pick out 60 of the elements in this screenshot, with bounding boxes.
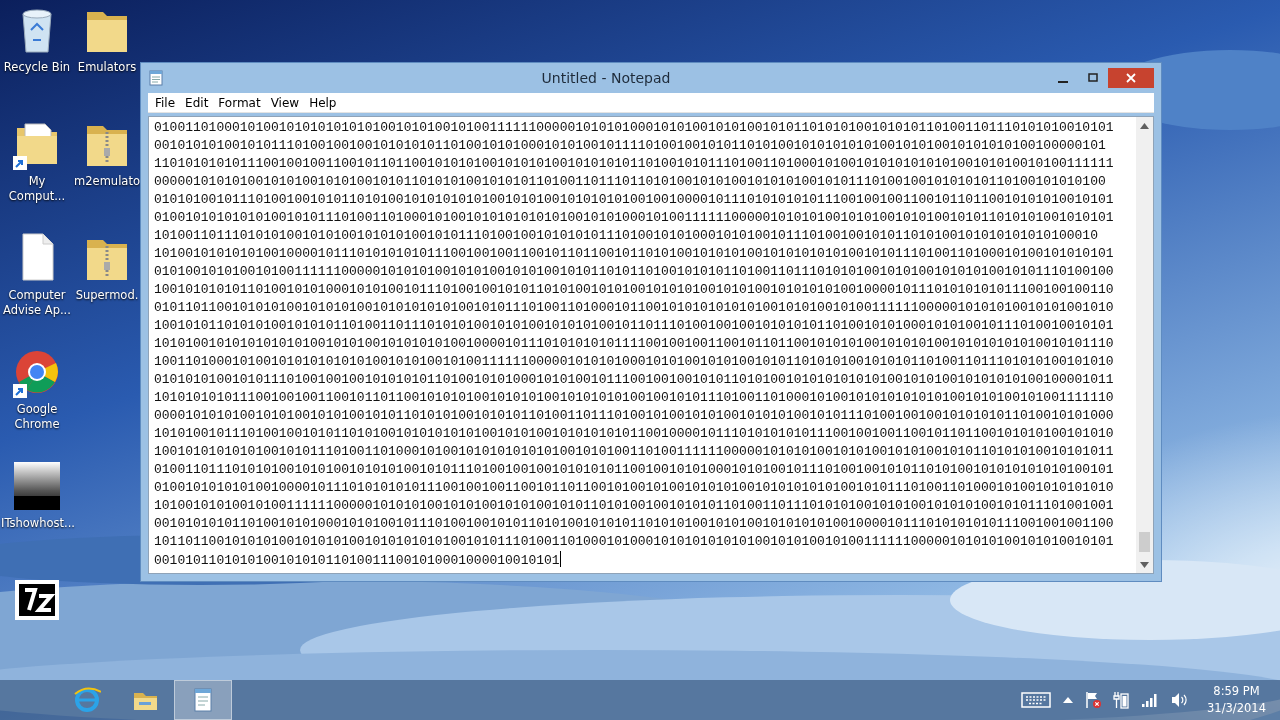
icon-label[interactable]: Google Chrome <box>1 402 73 432</box>
battery-icon[interactable] <box>1113 691 1130 709</box>
menu-item[interactable]: Help <box>304 93 342 112</box>
text-line: 100101010101101001010100010101001011101001001010110101001010100101010100101010010101010100100001011101010101011100100100110 <box>154 282 1114 297</box>
text-line: 001010101011010010101000101010010111010010010101101010010101011010101001010100101010101001000010111010101010111001001001100 <box>154 516 1114 531</box>
scroll-thumb[interactable] <box>1139 532 1150 552</box>
menu-item[interactable]: File <box>150 93 181 112</box>
text-line: 010011010001010010101010101010010101001010011111100000101010100010101001010100101011010101001010101101001101110101010010101 <box>154 120 1114 135</box>
text-line: 010010101010100100001011101010101011100100100110010110110010100101001010101001010101010100101011101001101000101001010101010 <box>154 480 1114 495</box>
text-line: 010101010010101110100100100101010101101001010100010101001011100100100101011010100101010101010100101010010101010100100001011 <box>154 372 1114 387</box>
show-hidden-icon[interactable] <box>1063 697 1074 703</box>
icon-label[interactable]: My Comput... <box>1 174 73 204</box>
text-line: 010110110010101010010101010010101010101001010111010011010001011001010101010101001010100101001111110000010101010010101001010 <box>154 300 1114 315</box>
text-line: 010010101010101001010111010011010001010010101010101010010101000101001111110000010101010010101001010100101011010101001010101 <box>154 210 1114 225</box>
signal-icon[interactable] <box>1141 692 1160 708</box>
notepad-icon <box>148 70 164 86</box>
browser-icon <box>73 686 101 714</box>
text-line: 100110100010100101010101010100101010010100111111000001010101000101010010101001010110101010010101011010011011101010100101010 <box>154 354 1114 369</box>
scroll-down-icon[interactable] <box>1140 561 1149 568</box>
text-line: 010101001011101001001010110101001010101010100101010010101010100100100001011101010101011100100100110010110110010101010010101 <box>154 192 1114 207</box>
maximize-icon <box>1088 73 1098 83</box>
text-line: 1010011011101010100101010010101010010101110100100101010101110100101010001010100101110100100101011010100101010101010100010 <box>154 228 1098 243</box>
text-line: 000010101010010101001010100101011010101001010101101001101110100101001010100101010100101011101001001001010101011010010101000 <box>154 408 1114 423</box>
speaker-icon[interactable] <box>1171 692 1190 708</box>
minimize-icon <box>1058 81 1068 83</box>
text-line: 101010101011100100100110010110110010101010010101010010101010100100101011101001101000101001010101010101001010100101001111110 <box>154 390 1114 405</box>
scrollbar[interactable] <box>1136 117 1153 573</box>
icon-label[interactable]: Recycle Bin <box>1 60 73 75</box>
text-line: 101001010101010010000101110101010101110010010011001011011001011010100101010100101010101010010101110100110100010100101010101 <box>154 246 1114 261</box>
icon-label[interactable]: Emulators <box>71 60 143 75</box>
text-line: 010011011101010100101010010101010010101110100100100101010101100100101010001010100101110100100101011010100101010101010100101 <box>154 462 1114 477</box>
text-line: 010100101010010100111111000001010101001010100101010010101101011010010101011010011011101010100101010010101010010101110100100 <box>154 264 1114 279</box>
close-button[interactable] <box>1108 68 1154 88</box>
text-line: 110101010101110010010011001011011001010101001010101001010101011010010101110100110100010100101010101010100101010010100111111 <box>154 156 1114 171</box>
menu-item[interactable]: Format <box>213 93 266 112</box>
window-title: Untitled - Notepad <box>540 68 672 88</box>
clock-date[interactable]: 31/3/2014 <box>1207 700 1266 717</box>
text-line: 101010010111010010010101101010010101010101001010100101010101011001000010111010101010111001001001100101101100101010100101010 <box>154 426 1114 441</box>
icon-label[interactable]: m2emulato <box>71 174 143 189</box>
text-line: 101101100101010100101010100101010101010010101110100110100010100010101010101010010101001010011111100000101010100101010010101 <box>154 534 1114 549</box>
text-line: 100101010101010010101110100110100010100101010101010100101010011010011111100000101010100101010010101001010110101010010101011 <box>154 444 1114 459</box>
scroll-up-icon[interactable] <box>1140 122 1149 129</box>
icon-label[interactable]: ITshowhost... <box>1 516 73 531</box>
text-line: 101001010100101001111110000010101010010101001010100101011010100100101010110100110111010101001010100101010100101011101001001 <box>154 498 1114 513</box>
taskbar-button[interactable] <box>174 680 232 720</box>
keyboard-icon[interactable] <box>1021 692 1052 708</box>
close-icon <box>1126 73 1136 83</box>
text-line: 00101010100101011101001001001010101011010010101000101010010111101001001010110101001010101010100101010010101010100100000101 <box>154 138 1106 153</box>
text-line: 0010101101010100101010110100111001010001000010010101 <box>154 553 560 568</box>
icon-label[interactable]: Supermod. <box>71 288 143 303</box>
text-line: 100101011010101001010101101001101110101010010101001010101001011011101001001001010101011010010101000101010010111010010010101 <box>154 318 1114 333</box>
text-line: 101010010101010101010010101001010101010010000101110101010101111001001001100101101100101010100101010100101010101010010101110 <box>154 336 1114 351</box>
menu-item[interactable]: Edit <box>180 93 214 112</box>
icon-label[interactable]: Computer Advise Ap... <box>1 288 73 318</box>
clock-time[interactable]: 8:59 PM <box>1213 683 1260 700</box>
thumbnail-icon[interactable] <box>13 460 61 512</box>
text-line: 00000101010100101010010101001010110101010010101011010011011101101010010101001010101001010111010010010101010110100101010100 <box>154 174 1106 189</box>
menu-item[interactable]: View <box>265 93 305 112</box>
flag-icon[interactable] <box>1085 691 1102 709</box>
text-cursor <box>559 551 561 567</box>
